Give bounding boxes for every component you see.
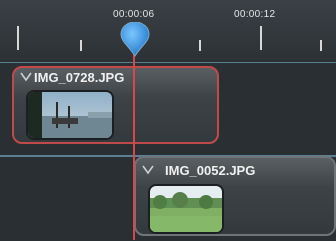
ruler-tick — [260, 26, 262, 50]
clip-label: IMG_0052.JPG — [165, 163, 256, 178]
playhead-line — [133, 52, 135, 240]
clip-thumbnail — [148, 184, 224, 234]
playhead-handle[interactable] — [120, 21, 150, 58]
ruler-tick — [17, 26, 19, 50]
clip-label: IMG_0728.JPG — [34, 70, 125, 85]
chevron-down-icon[interactable] — [20, 71, 32, 83]
timecode-label: 00:00:12 — [234, 9, 276, 20]
ruler-tick — [80, 40, 82, 51]
timeline-ruler[interactable]: 00:00:06 00:00:12 — [0, 0, 336, 62]
ruler-tick — [320, 40, 322, 51]
chevron-down-icon[interactable] — [142, 164, 154, 176]
clip-img-0728[interactable]: IMG_0728.JPG — [12, 66, 219, 144]
clip-img-0052[interactable]: IMG_0052.JPG — [134, 156, 336, 236]
timecode-label: 00:00:06 — [113, 9, 155, 20]
clip-thumbnail — [26, 90, 114, 140]
ruler-tick — [199, 40, 201, 51]
